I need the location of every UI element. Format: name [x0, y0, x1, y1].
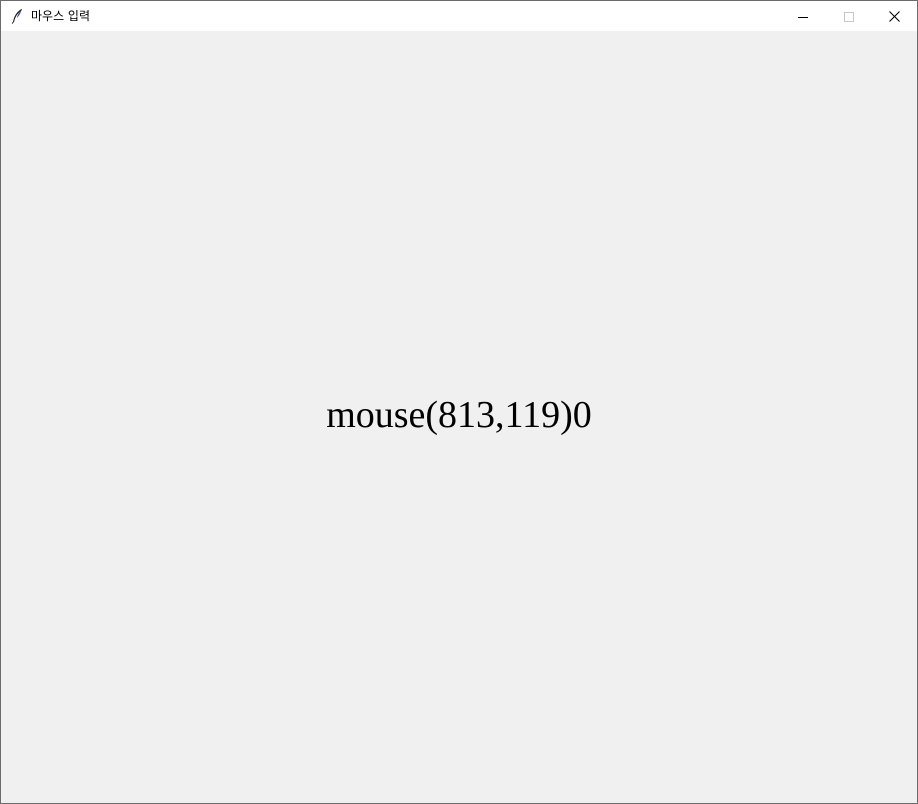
close-button[interactable]: [871, 1, 917, 31]
close-icon: [888, 7, 900, 26]
maximize-button[interactable]: [826, 1, 872, 31]
feather-icon: [10, 8, 24, 24]
title-bar[interactable]: 마우스 입력: [1, 1, 917, 31]
minimize-icon: [798, 7, 808, 26]
mouse-coordinate-label: mouse(813,119)0: [326, 394, 592, 436]
canvas-area[interactable]: mouse(813,119)0: [1, 31, 917, 803]
window-title: 마우스 입력: [31, 9, 91, 23]
app-window: 마우스 입력 mouse(813,119)0: [0, 0, 918, 804]
maximize-icon: [844, 7, 854, 26]
minimize-button[interactable]: [780, 1, 826, 31]
